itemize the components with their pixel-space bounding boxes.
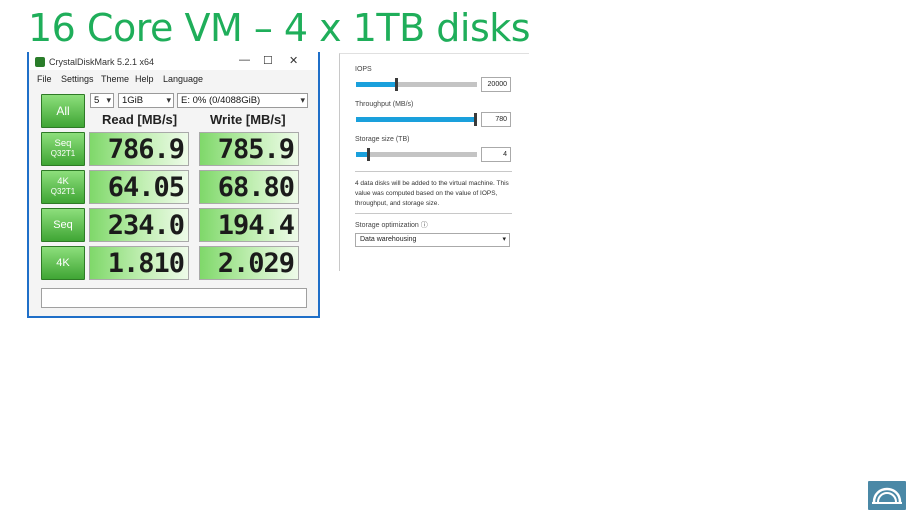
4k-read-value: 1.810 bbox=[89, 246, 189, 280]
all-tests-label: All bbox=[56, 104, 70, 118]
storage-size-input[interactable]: 4 bbox=[481, 147, 511, 162]
iops-slider-thumb[interactable] bbox=[394, 78, 398, 91]
throughput-input[interactable]: 780 bbox=[481, 112, 511, 127]
chevron-down-icon: ▾ bbox=[502, 236, 506, 243]
divider bbox=[355, 171, 512, 172]
throughput-slider-thumb[interactable] bbox=[473, 113, 477, 126]
seq-write-value: 194.4 bbox=[199, 208, 299, 242]
brand-logo bbox=[868, 481, 906, 510]
maximize-icon[interactable]: ☐ bbox=[263, 54, 273, 67]
drive-select[interactable]: E: 0% (0/4088GiB) ▾ bbox=[177, 93, 308, 108]
seq-q32t1-button[interactable]: Seq Q32T1 bbox=[41, 132, 85, 166]
storage-size-label: Storage size (TB) bbox=[355, 136, 410, 143]
slide-title: 16 Core VM – 4 x 1TB disks bbox=[28, 6, 531, 50]
write-header: Write [MB/s] bbox=[210, 112, 286, 127]
menu-help[interactable]: Help bbox=[135, 74, 154, 84]
storage-size-slider[interactable] bbox=[356, 148, 477, 161]
comment-field[interactable] bbox=[41, 288, 307, 308]
throughput-label: Throughput (MB/s) bbox=[355, 101, 414, 108]
storage-optimization-label: Storage optimization ⓘ bbox=[355, 222, 428, 229]
menu-theme[interactable]: Theme bbox=[101, 74, 129, 84]
app-icon bbox=[35, 57, 45, 67]
test-label: 4K bbox=[57, 176, 69, 187]
test-sublabel: Q32T1 bbox=[50, 187, 76, 196]
iops-slider[interactable] bbox=[356, 78, 477, 91]
test-label: 4K bbox=[56, 257, 70, 269]
4k-button[interactable]: 4K bbox=[41, 246, 85, 280]
menu-bar: File Settings Theme Help Language bbox=[29, 71, 318, 85]
4k-q32t1-read-value: 64.05 bbox=[89, 170, 189, 204]
4k-q32t1-button[interactable]: 4K Q32T1 bbox=[41, 170, 85, 204]
storage-optimization-value: Data warehousing bbox=[360, 236, 417, 243]
storage-optimization-select[interactable]: Data warehousing ▾ bbox=[355, 233, 510, 247]
test-sublabel: Q32T1 bbox=[50, 149, 76, 158]
seq-button[interactable]: Seq bbox=[41, 208, 85, 242]
seq-read-value: 234.0 bbox=[89, 208, 189, 242]
test-label: Seq bbox=[54, 138, 72, 149]
minimize-icon[interactable]: — bbox=[239, 54, 250, 66]
seq-q32t1-write-value: 785.9 bbox=[199, 132, 299, 166]
divider bbox=[355, 213, 512, 214]
test-count-select[interactable]: 5 ▾ bbox=[90, 93, 114, 108]
menu-language[interactable]: Language bbox=[163, 74, 203, 84]
window-title: CrystalDiskMark 5.2.1 x64 bbox=[49, 57, 155, 67]
throughput-slider-fill bbox=[356, 117, 475, 122]
menu-settings[interactable]: Settings bbox=[61, 74, 94, 84]
test-label: Seq bbox=[53, 219, 73, 231]
close-icon[interactable]: ✕ bbox=[289, 54, 298, 67]
crystaldiskmark-window: CrystalDiskMark 5.2.1 x64 — ☐ ✕ File Set… bbox=[27, 52, 320, 318]
disk-info-note: 4 data disks will be added to the virtua… bbox=[355, 180, 509, 207]
4k-write-value: 2.029 bbox=[199, 246, 299, 280]
cloud-logo-icon bbox=[872, 487, 902, 504]
chevron-down-icon: ▾ bbox=[300, 95, 305, 105]
test-count-value: 5 bbox=[94, 95, 100, 106]
drive-value: E: 0% (0/4088GiB) bbox=[181, 95, 261, 106]
iops-input[interactable]: 20000 bbox=[481, 77, 511, 92]
seq-q32t1-read-value: 786.9 bbox=[89, 132, 189, 166]
4k-q32t1-write-value: 68.80 bbox=[199, 170, 299, 204]
chevron-down-icon: ▾ bbox=[166, 95, 171, 105]
throughput-slider[interactable] bbox=[356, 113, 477, 126]
menu-file[interactable]: File bbox=[37, 74, 52, 84]
storage-size-slider-thumb[interactable] bbox=[367, 148, 371, 161]
test-size-select[interactable]: 1GiB ▾ bbox=[118, 93, 174, 108]
window-titlebar: CrystalDiskMark 5.2.1 x64 — ☐ ✕ bbox=[29, 52, 318, 70]
chevron-down-icon: ▾ bbox=[106, 95, 111, 105]
test-size-value: 1GiB bbox=[122, 95, 144, 106]
disk-config-panel: IOPS 20000 Throughput (MB/s) 780 Storage… bbox=[339, 53, 529, 271]
iops-label: IOPS bbox=[355, 66, 372, 73]
iops-slider-fill bbox=[356, 82, 396, 87]
all-tests-button[interactable]: All bbox=[41, 94, 85, 128]
read-header: Read [MB/s] bbox=[102, 112, 178, 127]
